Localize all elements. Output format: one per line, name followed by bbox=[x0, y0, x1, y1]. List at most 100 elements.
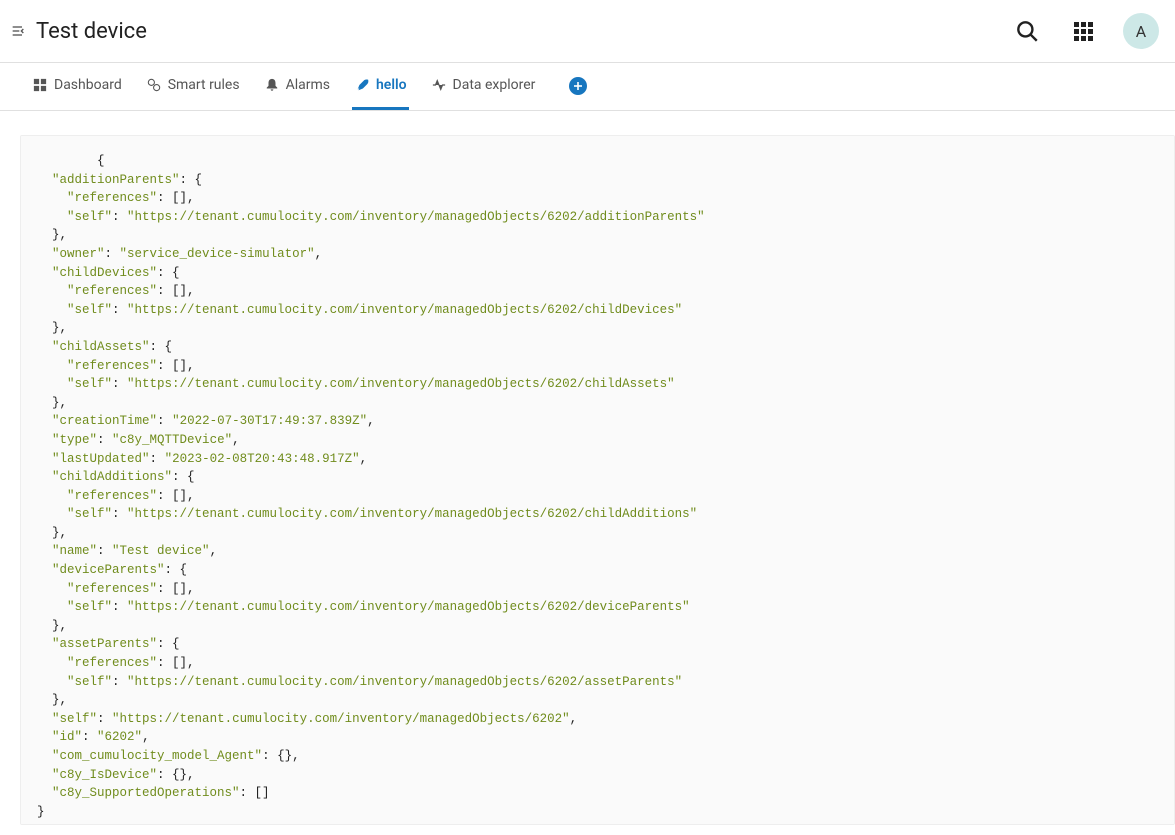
code-text: "references" bbox=[37, 656, 157, 670]
code-text: "self" bbox=[37, 675, 112, 689]
code-text: : [], bbox=[157, 582, 195, 596]
code-text: "https://tenant.cumulocity.com/inventory… bbox=[127, 600, 690, 614]
code-text: "https://tenant.cumulocity.com/inventory… bbox=[127, 675, 682, 689]
menu-toggle-icon[interactable] bbox=[4, 17, 32, 45]
code-text: : { bbox=[165, 563, 188, 577]
tab-alarms[interactable]: Alarms bbox=[262, 62, 332, 110]
code-text: }, bbox=[37, 526, 67, 540]
code-text: : bbox=[157, 414, 172, 428]
code-text: , bbox=[315, 247, 323, 261]
app-header: Test device A bbox=[0, 0, 1175, 63]
code-text: : { bbox=[180, 173, 203, 187]
code-text: "https://tenant.cumulocity.com/inventory… bbox=[112, 712, 570, 726]
code-text: : [] bbox=[240, 786, 270, 800]
tab-bar: Dashboard Smart rules Alarms hello Data … bbox=[0, 63, 1175, 111]
code-text: : [], bbox=[157, 359, 195, 373]
code-text: }, bbox=[37, 396, 67, 410]
code-text: : bbox=[112, 675, 127, 689]
code-text: , bbox=[142, 730, 150, 744]
tab-label: Data explorer bbox=[453, 77, 536, 93]
code-text: "https://tenant.cumulocity.com/inventory… bbox=[127, 507, 697, 521]
tab-dashboard[interactable]: Dashboard bbox=[30, 62, 124, 110]
add-tab-button[interactable] bbox=[569, 77, 587, 95]
code-text: "references" bbox=[37, 359, 157, 373]
code-text: "service_device-simulator" bbox=[120, 247, 315, 261]
code-text: "assetParents" bbox=[52, 637, 157, 651]
code-text: }, bbox=[37, 693, 67, 707]
code-text: "creationTime" bbox=[52, 414, 157, 428]
pulse-icon bbox=[431, 77, 447, 93]
tab-label: Dashboard bbox=[54, 77, 122, 93]
code-text: "https://tenant.cumulocity.com/inventory… bbox=[127, 377, 675, 391]
code-text: : [], bbox=[157, 656, 195, 670]
code-text: : { bbox=[172, 470, 195, 484]
code-text: "6202" bbox=[97, 730, 142, 744]
code-text: : bbox=[97, 433, 112, 447]
code-text: "childAssets" bbox=[52, 340, 150, 354]
code-text: "self" bbox=[37, 377, 112, 391]
app-switcher-icon[interactable] bbox=[1067, 15, 1099, 47]
code-text: : bbox=[112, 303, 127, 317]
tab-smart-rules[interactable]: Smart rules bbox=[144, 62, 242, 110]
code-text: "owner" bbox=[52, 247, 105, 261]
code-text: : bbox=[112, 600, 127, 614]
content-area: { "additionParents": { "references": [],… bbox=[0, 111, 1175, 825]
tab-hello[interactable]: hello bbox=[352, 62, 409, 110]
gears-icon bbox=[146, 77, 162, 93]
search-icon[interactable] bbox=[1011, 15, 1043, 47]
code-text: "lastUpdated" bbox=[52, 452, 150, 466]
code-text: "references" bbox=[37, 284, 157, 298]
code-text: : { bbox=[157, 266, 180, 280]
code-text: : [], bbox=[157, 284, 195, 298]
tab-label: hello bbox=[376, 77, 407, 93]
bell-icon bbox=[264, 77, 280, 93]
code-text: "2023-02-08T20:43:48.917Z" bbox=[165, 452, 360, 466]
code-text: : bbox=[82, 730, 97, 744]
code-text: "https://tenant.cumulocity.com/inventory… bbox=[127, 210, 705, 224]
code-text: : bbox=[150, 452, 165, 466]
code-text: : { bbox=[150, 340, 173, 354]
code-text: , bbox=[570, 712, 578, 726]
code-text: { bbox=[37, 154, 105, 168]
code-text: : [], bbox=[157, 489, 195, 503]
tab-data-explorer[interactable]: Data explorer bbox=[429, 62, 538, 110]
dashboard-icon bbox=[32, 77, 48, 93]
code-text: : {}, bbox=[157, 768, 195, 782]
code-text: "references" bbox=[37, 582, 157, 596]
header-actions: A bbox=[1011, 13, 1159, 49]
code-text: "references" bbox=[37, 191, 157, 205]
code-text: : bbox=[97, 544, 112, 558]
code-text: "self" bbox=[37, 600, 112, 614]
json-output: { "additionParents": { "references": [],… bbox=[20, 135, 1175, 825]
code-text: , bbox=[360, 452, 368, 466]
code-text: "com_cumulocity_model_Agent" bbox=[52, 749, 262, 763]
code-text: "c8y_MQTTDevice" bbox=[112, 433, 232, 447]
code-text: "childAdditions" bbox=[52, 470, 172, 484]
code-text: : [], bbox=[157, 191, 195, 205]
code-text: , bbox=[232, 433, 240, 447]
code-text: } bbox=[37, 805, 45, 819]
code-text: , bbox=[210, 544, 218, 558]
code-text: "c8y_IsDevice" bbox=[52, 768, 157, 782]
code-text: : bbox=[97, 712, 112, 726]
code-text: , bbox=[367, 414, 375, 428]
code-text: : {}, bbox=[262, 749, 300, 763]
rocket-icon bbox=[354, 77, 370, 93]
code-text: : { bbox=[157, 637, 180, 651]
code-text: }, bbox=[37, 321, 67, 335]
code-text: "references" bbox=[37, 489, 157, 503]
code-text: "self" bbox=[37, 210, 112, 224]
code-text: "2022-07-30T17:49:37.839Z" bbox=[172, 414, 367, 428]
code-text: : bbox=[112, 210, 127, 224]
code-text: "type" bbox=[52, 433, 97, 447]
code-text: "id" bbox=[52, 730, 82, 744]
user-avatar[interactable]: A bbox=[1123, 13, 1159, 49]
code-text: "self" bbox=[52, 712, 97, 726]
code-text: }, bbox=[37, 619, 67, 633]
tab-label: Alarms bbox=[286, 77, 330, 93]
code-text: "c8y_SupportedOperations" bbox=[52, 786, 240, 800]
code-text: "Test device" bbox=[112, 544, 210, 558]
code-text: "https://tenant.cumulocity.com/inventory… bbox=[127, 303, 682, 317]
code-text: "childDevices" bbox=[52, 266, 157, 280]
code-text: : bbox=[112, 377, 127, 391]
